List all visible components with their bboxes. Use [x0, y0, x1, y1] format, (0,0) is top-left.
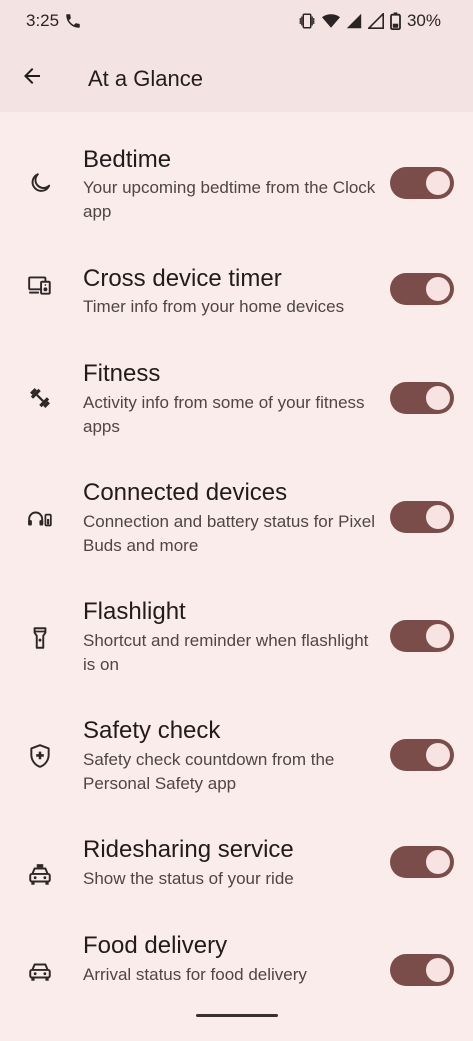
setting-subtitle: Timer info from your home devices	[83, 297, 345, 316]
setting-subtitle: Activity info from some of your fitness …	[83, 393, 365, 436]
setting-subtitle: Show the status of your ride	[83, 869, 294, 888]
connected-devices-toggle[interactable]	[390, 501, 454, 533]
setting-title: Cross device timer	[83, 265, 282, 292]
phone-call-icon	[64, 12, 82, 30]
moon-icon	[26, 170, 54, 198]
setting-title: Bedtime	[83, 146, 172, 173]
toggle-knob	[426, 386, 450, 410]
toggle-knob	[426, 624, 450, 648]
toggle-knob	[426, 850, 450, 874]
flashlight-toggle[interactable]	[390, 620, 454, 652]
battery-percent: 30%	[406, 11, 441, 30]
fitness-toggle[interactable]	[390, 382, 454, 414]
cross-device-timer-toggle[interactable]	[390, 273, 454, 305]
food-delivery-toggle[interactable]	[390, 954, 454, 986]
setting-row-cross-device-timer[interactable]: Cross device timer Timer info from your …	[0, 231, 473, 350]
ridesharing-service-toggle[interactable]	[390, 846, 454, 878]
setting-row-bedtime[interactable]: Bedtime Your upcoming bedtime from the C…	[0, 112, 473, 231]
app-bar: At a Glance	[0, 44, 473, 112]
safety-check-toggle[interactable]	[390, 739, 454, 771]
car-icon	[26, 957, 54, 985]
setting-title: Connected devices	[83, 479, 288, 506]
taxi-icon	[26, 861, 54, 889]
setting-row-connected-devices[interactable]: Connected devices Connection and battery…	[0, 469, 473, 588]
setting-row-food-delivery[interactable]: Food delivery Arrival status for food de…	[0, 922, 473, 1041]
setting-row-safety-check[interactable]: Safety check Safety check countdown from…	[0, 707, 473, 826]
devices-icon	[26, 271, 54, 299]
back-button[interactable]	[14, 60, 50, 96]
toggle-knob	[426, 505, 450, 529]
dumbbell-icon	[26, 384, 54, 412]
flashlight-icon	[26, 624, 54, 652]
setting-title: Ridesharing service	[83, 836, 294, 863]
home-indicator[interactable]	[196, 1014, 278, 1017]
setting-subtitle: Safety check countdown from the Personal…	[83, 750, 335, 793]
back-arrow-icon	[20, 64, 44, 93]
setting-title: Flashlight	[83, 598, 186, 625]
earbuds-battery-icon	[26, 505, 54, 533]
wifi-icon	[321, 13, 340, 29]
setting-title: Food delivery	[83, 932, 228, 959]
setting-row-flashlight[interactable]: Flashlight Shortcut and reminder when fl…	[0, 588, 473, 707]
status-time: 3:25	[26, 11, 60, 30]
signal-icon	[346, 13, 362, 29]
toggle-knob	[426, 171, 450, 195]
setting-subtitle: Connection and battery status for Pixel …	[83, 512, 375, 555]
bedtime-toggle[interactable]	[390, 167, 454, 199]
toggle-knob	[426, 743, 450, 767]
shield-plus-icon	[26, 742, 54, 770]
status-bar: 3:25 30%	[0, 0, 473, 44]
setting-subtitle: Your upcoming bedtime from the Clock app	[83, 178, 376, 221]
signal-icon	[367, 13, 384, 29]
setting-subtitle: Shortcut and reminder when flashlight is…	[83, 631, 369, 674]
page-title: At a Glance	[88, 66, 203, 91]
setting-subtitle: Arrival status for food delivery	[83, 965, 307, 984]
battery-icon	[390, 12, 401, 30]
toggle-knob	[426, 958, 450, 982]
status-icons: 30%	[298, 11, 441, 31]
setting-row-fitness[interactable]: Fitness Activity info from some of your …	[0, 350, 473, 469]
setting-title: Fitness	[83, 360, 161, 387]
toggle-knob	[426, 277, 450, 301]
setting-title: Safety check	[83, 717, 221, 744]
vibrate-icon	[298, 12, 316, 30]
